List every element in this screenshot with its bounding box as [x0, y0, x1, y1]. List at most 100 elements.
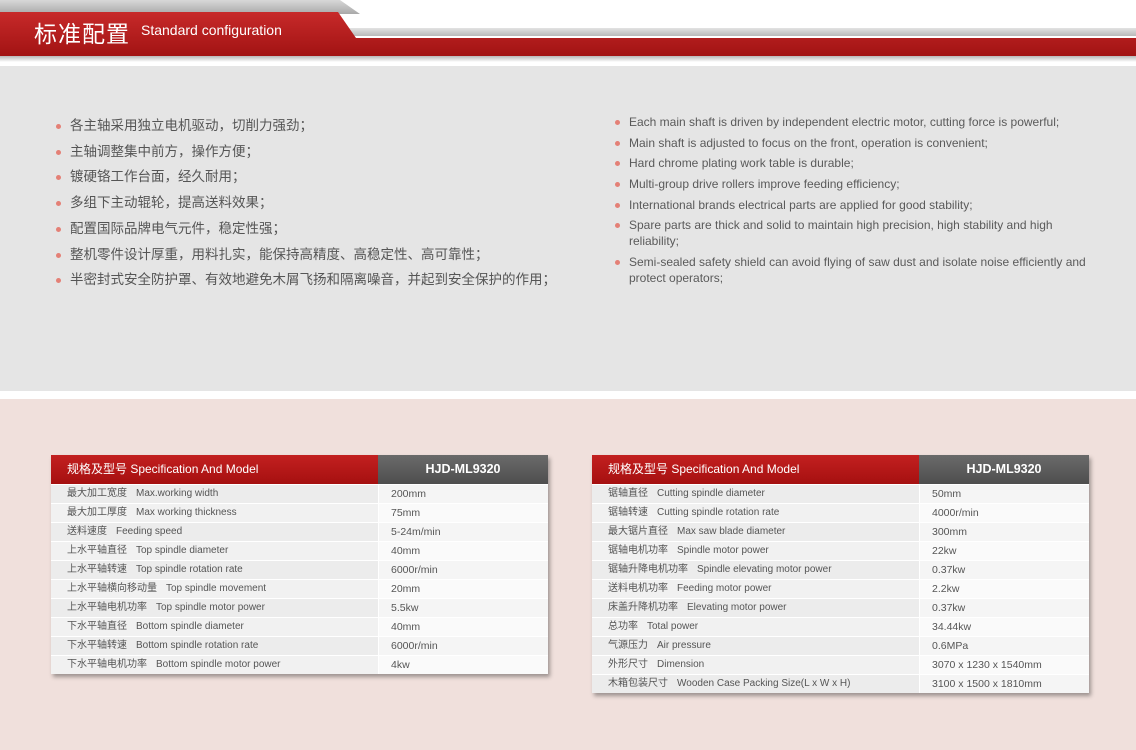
- spec-name-cn: 最大锯片直径: [608, 526, 668, 537]
- spec-value: 22kw: [919, 542, 1089, 560]
- spec-name-en: Total power: [647, 621, 699, 632]
- spec-name-en: Feeding motor power: [677, 583, 772, 594]
- spec-name-cell: 锯轴升降电机功率 Spindle elevating motor power: [592, 561, 919, 579]
- spec-name-cell: 锯轴直径 Cutting spindle diameter: [592, 485, 919, 503]
- spec-value: 5.5kw: [378, 599, 548, 617]
- spec-value: 20mm: [378, 580, 548, 598]
- spec-name-cell: 送料电机功率 Feeding motor power: [592, 580, 919, 598]
- spec-value: 300mm: [919, 523, 1089, 541]
- spec-name-en: Air pressure: [657, 640, 711, 651]
- spec-value: 50mm: [919, 485, 1089, 503]
- spec-name-en: Max working thickness: [136, 507, 237, 518]
- spec-name-cell: 上水平轴电机功率 Top spindle motor power: [51, 599, 378, 617]
- spec-name-cn: 上水平轴转速: [67, 564, 127, 575]
- table-row: 送料速度 Feeding speed 5-24m/min: [51, 522, 548, 541]
- spec-name-en: Bottom spindle rotation rate: [136, 640, 259, 651]
- spec-name-cn: 最大加工厚度: [67, 507, 127, 518]
- spec-name-cn: 锯轴升降电机功率: [608, 564, 688, 575]
- table-row: 锯轴直径 Cutting spindle diameter 50mm: [592, 484, 1089, 503]
- spec-name-cn: 送料速度: [67, 526, 107, 537]
- table-row: 上水平轴电机功率 Top spindle motor power 5.5kw: [51, 598, 548, 617]
- spec-name-cell: 上水平轴直径 Top spindle diameter: [51, 542, 378, 560]
- spec-value: 4kw: [378, 656, 548, 674]
- spec-table-left: 规格及型号 Specification And Model HJD-ML9320…: [51, 455, 548, 674]
- spec-value: 34.44kw: [919, 618, 1089, 636]
- spec-name-en: Feeding speed: [116, 526, 183, 537]
- spec-name-cell: 气源压力 Air pressure: [592, 637, 919, 655]
- spec-table-right: 规格及型号 Specification And Model HJD-ML9320…: [592, 455, 1089, 693]
- spec-name-en: Bottom spindle motor power: [156, 659, 281, 670]
- table-row: 上水平轴横向移动量 Top spindle movement 20mm: [51, 579, 548, 598]
- feature-item-cn: 镀硬铬工作台面，经久耐用；: [56, 165, 596, 191]
- table-row: 下水平轴电机功率 Bottom spindle motor power 4kw: [51, 655, 548, 674]
- spec-table-body: 最大加工宽度 Max.working width 200mm 最大加工厚度 Max w…: [51, 484, 548, 674]
- spec-name-en: Top spindle diameter: [136, 545, 229, 556]
- feature-item-en: Hard chrome plating work table is durabl…: [615, 155, 1105, 171]
- spec-name-cn: 下水平轴电机功率: [67, 659, 147, 670]
- spec-name-cell: 下水平轴电机功率 Bottom spindle motor power: [51, 656, 378, 674]
- spec-name-cell: 上水平轴横向移动量 Top spindle movement: [51, 580, 378, 598]
- spec-name-cell: 外形尺寸 Dimension: [592, 656, 919, 674]
- spec-value: 75mm: [378, 504, 548, 522]
- spec-name-cell: 下水平轴直径 Bottom spindle diameter: [51, 618, 378, 636]
- spec-name-cn: 上水平轴电机功率: [67, 602, 147, 613]
- spec-table-header: 规格及型号 Specification And Model HJD-ML9320: [51, 455, 548, 484]
- table-row: 下水平轴转速 Bottom spindle rotation rate 6000r/…: [51, 636, 548, 655]
- table-row: 木箱包装尺寸 Wooden Case Packing Size(L x W x H…: [592, 674, 1089, 693]
- feature-item-en: Semi-sealed safety shield can avoid flyi…: [615, 254, 1105, 286]
- feature-item-cn: 整机零件设计厚重，用料扎实，能保持高精度、高稳定性、高可靠性；: [56, 243, 596, 269]
- spec-name-cn: 上水平轴直径: [67, 545, 127, 556]
- spec-value: 40mm: [378, 618, 548, 636]
- table-row: 上水平轴直径 Top spindle diameter 40mm: [51, 541, 548, 560]
- spec-value: 3070 x 1230 x 1540mm: [919, 656, 1089, 674]
- table-row: 最大锯片直径 Max saw blade diameter 300mm: [592, 522, 1089, 541]
- spec-name-cn: 锯轴直径: [608, 488, 648, 499]
- spec-header-name: 规格及型号 Specification And Model: [51, 455, 378, 484]
- table-row: 最大加工厚度 Max working thickness 75mm: [51, 503, 548, 522]
- spec-header-name: 规格及型号 Specification And Model: [592, 455, 919, 484]
- feature-item-en: Multi-group drive rollers improve feedin…: [615, 176, 1105, 192]
- spec-name-cell: 最大加工厚度 Max working thickness: [51, 504, 378, 522]
- spec-name-cn: 送料电机功率: [608, 583, 668, 594]
- spec-name-cell: 锯轴电机功率 Spindle motor power: [592, 542, 919, 560]
- spec-value: 200mm: [378, 485, 548, 503]
- table-row: 锯轴升降电机功率 Spindle elevating motor power 0.3…: [592, 560, 1089, 579]
- spec-name-en: Spindle elevating motor power: [697, 564, 832, 575]
- spec-header-model: HJD-ML9320: [919, 455, 1089, 484]
- spec-name-cn: 总功率: [608, 621, 638, 632]
- spec-value: 6000r/min: [378, 561, 548, 579]
- spec-name-cell: 上水平轴转速 Top spindle rotation rate: [51, 561, 378, 579]
- header-silver-tab: [0, 0, 360, 14]
- spec-value: 5-24m/min: [378, 523, 548, 541]
- spec-name-cn: 床盖升降机功率: [608, 602, 678, 613]
- spec-name-en: Bottom spindle diameter: [136, 621, 244, 632]
- spec-name-cn: 外形尺寸: [608, 659, 648, 670]
- table-row: 上水平轴转速 Top spindle rotation rate 6000r/min: [51, 560, 548, 579]
- spec-header-model: HJD-ML9320: [378, 455, 548, 484]
- spec-name-cell: 下水平轴转速 Bottom spindle rotation rate: [51, 637, 378, 655]
- spec-name-en: Top spindle movement: [166, 583, 267, 594]
- feature-item-cn: 主轴调整集中前方，操作方便；: [56, 140, 596, 166]
- spec-name-cell: 最大锯片直径 Max saw blade diameter: [592, 523, 919, 541]
- section-divider: [0, 391, 1136, 399]
- spec-value: 4000r/min: [919, 504, 1089, 522]
- spec-value: 0.37kw: [919, 599, 1089, 617]
- spec-name-cn: 锯轴转速: [608, 507, 648, 518]
- table-row: 下水平轴直径 Bottom spindle diameter 40mm: [51, 617, 548, 636]
- table-row: 锯轴电机功率 Spindle motor power 22kw: [592, 541, 1089, 560]
- table-row: 外形尺寸 Dimension 3070 x 1230 x 1540mm: [592, 655, 1089, 674]
- spec-name-en: Spindle motor power: [677, 545, 769, 556]
- feature-item-en: Spare parts are thick and solid to maint…: [615, 217, 1105, 249]
- spec-name-en: Cutting spindle rotation rate: [657, 507, 780, 518]
- spec-name-cn: 木箱包装尺寸: [608, 678, 668, 689]
- table-row: 最大加工宽度 Max.working width 200mm: [51, 484, 548, 503]
- spec-name-en: Dimension: [657, 659, 705, 670]
- spec-name-cell: 送料速度 Feeding speed: [51, 523, 378, 541]
- spec-name-cn: 上水平轴横向移动量: [67, 583, 157, 594]
- feature-item-en: International brands electrical parts ar…: [615, 197, 1105, 213]
- spec-name-cn: 下水平轴转速: [67, 640, 127, 651]
- spec-name-en: Top spindle motor power: [156, 602, 265, 613]
- spec-name-en: Elevating motor power: [687, 602, 787, 613]
- spec-value: 3100 x 1500 x 1810mm: [919, 675, 1089, 693]
- feature-item-cn: 各主轴采用独立电机驱动，切削力强劲；: [56, 114, 596, 140]
